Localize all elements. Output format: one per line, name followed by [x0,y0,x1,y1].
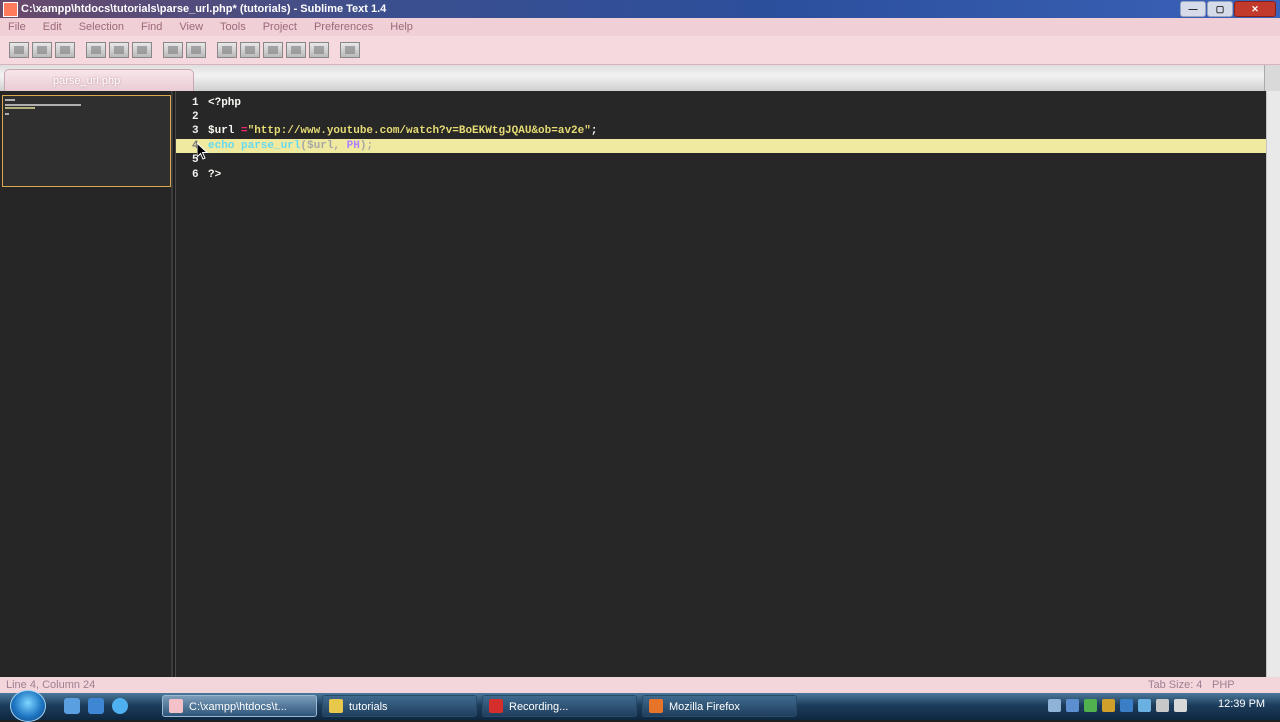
minimap-line [5,99,15,101]
minimap-line [5,113,9,115]
code-line-3: 3 $url ="http://www.youtube.com/watch?v=… [176,124,1266,138]
fullscreen-icon[interactable] [340,42,360,58]
redo-icon[interactable] [186,42,206,58]
menu-selection[interactable]: Selection [71,18,133,36]
task-label: Mozilla Firefox [669,701,740,713]
code-function: echo parse_url [208,140,301,152]
folder-icon [329,699,343,713]
taskbar: C:\xampp\htdocs\t... tutorials Recording… [0,690,1280,722]
switch-windows-icon[interactable] [88,698,104,714]
new-file-icon[interactable] [9,42,29,58]
tray-app-icon[interactable] [1066,699,1079,712]
code-args: ($url, [300,140,347,152]
sublime-app-icon [3,2,18,17]
menu-view[interactable]: View [171,18,212,36]
paste-icon[interactable] [132,42,152,58]
minimize-button[interactable]: — [1180,1,1206,17]
record-icon [489,699,503,713]
code-variable: $url [208,125,235,137]
taskbar-item-recording[interactable]: Recording... [482,695,637,717]
window-title: C:\xampp\htdocs\tutorials\parse_url.php*… [21,3,387,15]
code-line-2: 2 [176,110,1266,124]
code-text: $url ="http://www.youtube.com/watch?v=Bo… [208,124,597,138]
task-label: tutorials [349,701,388,713]
window-controls: — ▢ ✕ [1180,1,1276,17]
tray-app-icon[interactable] [1120,699,1133,712]
tray-app-icon[interactable] [1102,699,1115,712]
undo-icon[interactable] [163,42,183,58]
taskbar-item-firefox[interactable]: Mozilla Firefox [642,695,797,717]
power-icon[interactable] [1174,699,1187,712]
tab-strip: parse_url.php [0,65,1280,91]
tab-parse-url[interactable]: parse_url.php [4,69,194,91]
menu-edit[interactable]: Edit [35,18,71,36]
minimap-viewport[interactable] [2,95,171,187]
code-editor[interactable]: 1 <?php 2 3 $url ="http://www.youtube.co… [175,91,1266,677]
menu-file[interactable]: File [0,18,35,36]
start-button-icon[interactable] [10,690,46,722]
menu-preferences[interactable]: Preferences [306,18,382,36]
volume-icon[interactable] [1156,699,1169,712]
layout-rows-2-icon[interactable] [286,42,306,58]
line-number: 1 [192,97,199,109]
minimap-line [5,104,81,106]
clock[interactable]: 12:39 PM [1218,698,1265,710]
open-file-icon[interactable] [32,42,52,58]
save-file-icon[interactable] [55,42,75,58]
line-number: 6 [192,169,199,181]
tab-label: parse_url.php [53,75,121,87]
tab-size-indicator[interactable]: Tab Size: 4 [1148,677,1202,693]
layout-grid-icon[interactable] [309,42,329,58]
firefox-icon [649,699,663,713]
menu-tools[interactable]: Tools [212,18,255,36]
task-label: Recording... [509,701,569,713]
minimap-line [5,107,35,109]
menu-find[interactable]: Find [133,18,171,36]
code-string: "http://www.youtube.com/watch?v=BoEKWtgJ… [247,125,591,137]
code-text: ?> [208,169,222,181]
taskbar-item-tutorials[interactable]: tutorials [322,695,477,717]
layout-single-icon[interactable] [217,42,237,58]
toolbar [0,36,1280,65]
code-line-6: 6 ?> [176,168,1266,182]
layout-columns-3-icon[interactable] [263,42,283,58]
cut-icon[interactable] [86,42,106,58]
layout-columns-2-icon[interactable] [240,42,260,58]
menu-project[interactable]: Project [255,18,306,36]
code-close: ); [359,140,374,152]
tray-expand-icon[interactable] [1048,699,1061,712]
copy-icon[interactable] [109,42,129,58]
vertical-scrollbar[interactable] [1266,91,1280,677]
code-text: echo parse_url($url, PH); [208,139,373,153]
code-text: <?php [208,97,242,109]
line-number: 2 [192,111,199,123]
maximize-button[interactable]: ▢ [1207,1,1233,17]
minimap[interactable] [0,91,173,677]
status-bar: Line 4, Column 24 Tab Size: 4 PHP [0,677,1280,693]
internet-explorer-icon[interactable] [112,698,128,714]
tray-app-icon[interactable] [1084,699,1097,712]
syntax-indicator[interactable]: PHP [1212,677,1235,693]
code-constant: PH [346,140,360,152]
code-operator: = [234,125,248,137]
system-tray [1048,697,1228,715]
task-label: C:\xampp\htdocs\t... [189,701,287,713]
sublime-task-icon [169,699,183,713]
tab-scroll-button[interactable] [1264,65,1280,91]
close-button[interactable]: ✕ [1234,1,1276,17]
line-number: 3 [192,125,199,137]
taskbar-item-sublime[interactable]: C:\xampp\htdocs\t... [162,695,317,717]
network-icon[interactable] [1138,699,1151,712]
show-desktop-icon[interactable] [64,698,80,714]
code-line-1: 1 <?php [176,96,1266,110]
code-line-4-current: 4 echo parse_url($url, PH); [176,139,1266,153]
menu-help[interactable]: Help [382,18,422,36]
title-bar: C:\xampp\htdocs\tutorials\parse_url.php*… [0,0,1280,18]
menu-bar: File Edit Selection Find View Tools Proj… [0,18,1280,36]
code-line-5: 5 [176,153,1266,167]
code-semicolon: ; [590,125,598,137]
